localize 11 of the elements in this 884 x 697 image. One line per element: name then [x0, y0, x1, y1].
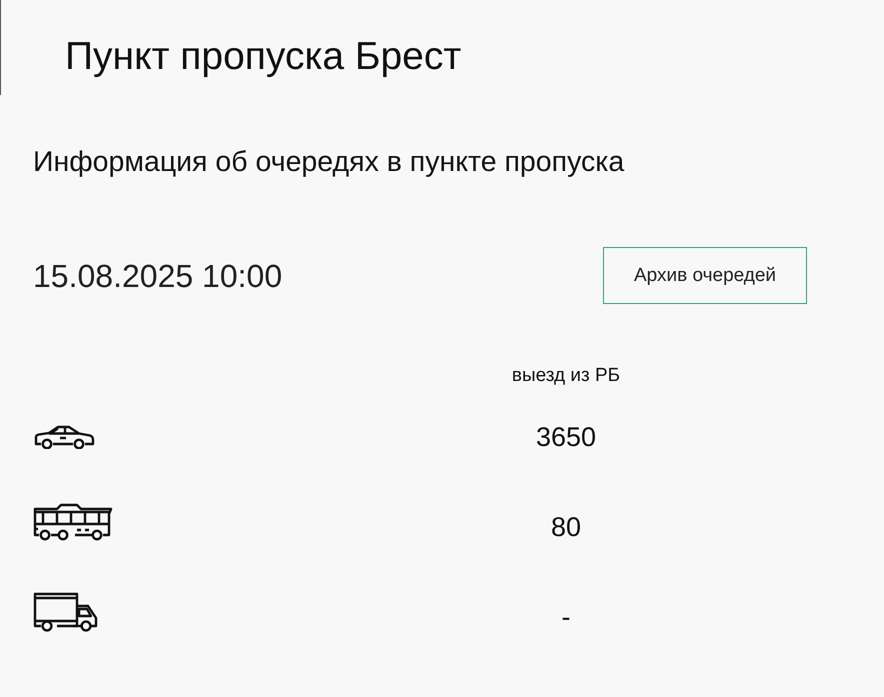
queue-count: 3650	[536, 421, 596, 453]
car-icon	[33, 425, 95, 449]
archive-button[interactable]: Архив очередей	[603, 247, 807, 304]
queue-count: 80	[550, 511, 582, 543]
section-heading: Информация об очередях в пункте пропуска	[33, 145, 626, 179]
page-title: Пункт пропуска Брест	[65, 34, 462, 80]
truck-icon	[33, 592, 99, 632]
column-header: выезд из РБ	[512, 364, 620, 388]
bus-icon	[33, 503, 113, 541]
queue-count: -	[562, 601, 570, 633]
date-time: 15.08.2025 10:00	[33, 256, 282, 296]
